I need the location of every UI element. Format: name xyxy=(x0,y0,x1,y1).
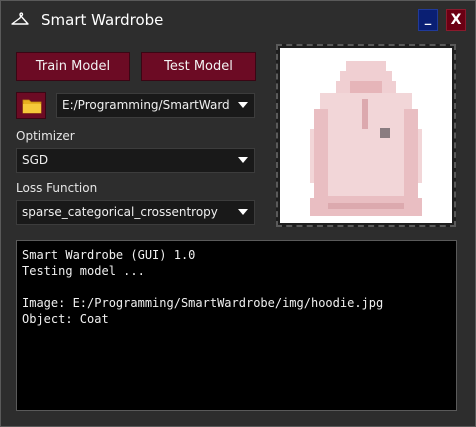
chevron-down-icon xyxy=(238,157,248,163)
chevron-down-icon xyxy=(238,102,248,108)
folder-icon xyxy=(22,99,42,114)
title-bar[interactable]: Smart Wardrobe _ X xyxy=(1,1,475,39)
image-path-select[interactable]: E:/Programming/SmartWardrobe/img/hoodie.… xyxy=(56,93,255,118)
image-preview xyxy=(276,44,456,227)
hanger-icon xyxy=(11,12,29,25)
chevron-down-icon xyxy=(238,209,248,215)
hoodie-image xyxy=(310,61,422,216)
output-console[interactable]: Smart Wardrobe (GUI) 1.0 Testing model .… xyxy=(16,240,457,411)
optimizer-label: Optimizer xyxy=(16,129,75,143)
console-line: Smart Wardrobe (GUI) 1.0 xyxy=(22,248,196,262)
optimizer-value: SGD xyxy=(22,153,49,167)
browse-folder-button[interactable] xyxy=(16,92,46,119)
test-model-button[interactable]: Test Model xyxy=(141,52,256,81)
minimize-button[interactable]: _ xyxy=(418,9,438,31)
loss-function-label: Loss Function xyxy=(16,181,98,195)
minimize-icon: _ xyxy=(424,11,432,26)
close-icon: X xyxy=(450,12,462,28)
image-preview-canvas xyxy=(280,48,452,223)
optimizer-select[interactable]: SGD xyxy=(16,148,255,173)
window-title: Smart Wardrobe xyxy=(41,11,164,29)
console-line: Testing model ... xyxy=(22,264,145,278)
loss-function-select[interactable]: sparse_categorical_crossentropy xyxy=(16,200,255,225)
console-line: Image: E:/Programming/SmartWardrobe/img/… xyxy=(22,296,384,310)
app-window: Smart Wardrobe _ X Train Model Test Mode… xyxy=(0,0,476,427)
close-button[interactable]: X xyxy=(446,9,466,31)
console-line: Object: Coat xyxy=(22,312,109,326)
train-model-button[interactable]: Train Model xyxy=(16,52,130,81)
loss-function-value: sparse_categorical_crossentropy xyxy=(22,205,218,219)
image-path-value: E:/Programming/SmartWardrobe/img/hoodie.… xyxy=(62,98,230,112)
